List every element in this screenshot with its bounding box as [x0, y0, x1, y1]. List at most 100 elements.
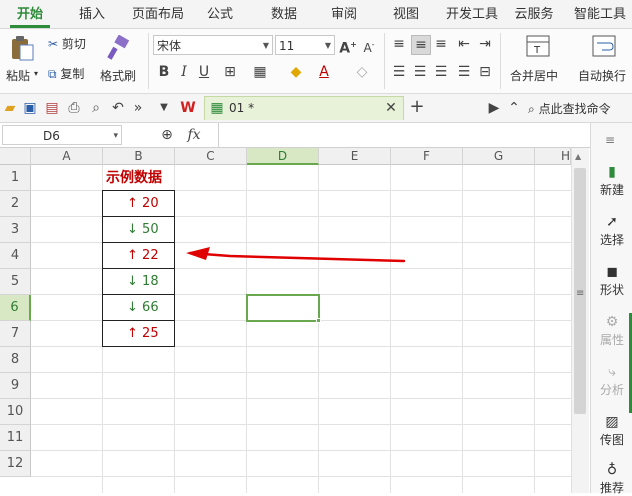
cut-label: 剪切 [61, 37, 86, 51]
tab-review[interactable]: 审阅 [322, 0, 366, 28]
decrease-font-icon[interactable]: A- [360, 36, 378, 57]
scroll-up-icon[interactable]: ▲ [575, 152, 581, 161]
save-icon[interactable]: ▣ [22, 99, 38, 117]
cut-button[interactable]: ✂ 剪切 [48, 35, 86, 53]
decrease-indent-icon[interactable]: ⇤ [455, 35, 473, 53]
row-header-11[interactable]: 11 [0, 425, 31, 451]
align-top-icon[interactable]: ≡ [390, 35, 408, 53]
formula-input[interactable] [218, 123, 591, 147]
row-header-10[interactable]: 10 [0, 399, 31, 425]
cell-b5[interactable]: ↓ 18 [103, 269, 175, 294]
align-left-icon[interactable]: ☰ [390, 63, 408, 81]
name-box[interactable]: D6 ▾ [2, 125, 122, 145]
align-center-icon[interactable]: ☰ [411, 63, 429, 81]
document-tab[interactable]: ▦ 01 * ✕ [204, 96, 404, 120]
column-header-d[interactable]: D [247, 148, 319, 165]
column-header-e[interactable]: E [319, 148, 391, 165]
panel-item-upload-image[interactable]: ▨ 传图 [591, 413, 632, 448]
new-tab-icon[interactable]: + [408, 98, 426, 116]
paste-dropdown-icon[interactable]: ▾ [34, 69, 38, 78]
align-right-icon[interactable]: ☰ [432, 63, 450, 81]
row-header-12[interactable]: 12 [0, 451, 31, 477]
merge-center-button[interactable]: T 合并居中 [508, 33, 568, 87]
tab-start[interactable]: 开始 [6, 0, 54, 28]
chevron-down-icon[interactable]: ▼ [156, 99, 172, 117]
justify-icon[interactable]: ☰ [455, 63, 473, 81]
fill-color-icon[interactable]: ◆ [286, 63, 306, 81]
auto-wrap-button[interactable]: 自动换行 [576, 33, 632, 87]
panel-item-properties[interactable]: ⚙ 属性 [591, 313, 632, 348]
undo-icon[interactable]: ↶ [110, 99, 126, 117]
row-header-7[interactable]: 7 [0, 321, 31, 347]
cell-style-icon[interactable]: ▦ [250, 63, 270, 81]
align-middle-icon[interactable]: ≡ [411, 35, 431, 55]
bold-button[interactable]: B [156, 63, 172, 81]
tab-smart-tools[interactable]: 智能工具 [568, 0, 632, 28]
search-command-label: 点此查找命令 [538, 102, 611, 116]
row-header-2[interactable]: 2 [0, 191, 31, 217]
tab-developer[interactable]: 开发工具 [440, 0, 504, 28]
more-icon[interactable]: » [130, 99, 146, 117]
column-header-c[interactable]: C [175, 148, 247, 165]
column-header-g[interactable]: G [463, 148, 535, 165]
row-header-5[interactable]: 5 [0, 269, 31, 295]
export-pdf-icon[interactable]: ▤ [44, 99, 60, 117]
wps-logo-icon[interactable]: W [178, 99, 198, 117]
font-name-select[interactable]: 宋体 ▼ [153, 35, 273, 55]
row-header-8[interactable]: 8 [0, 347, 31, 373]
increase-indent-icon[interactable]: ⇥ [476, 35, 494, 53]
print-icon[interactable]: ⎙ [66, 99, 82, 117]
panel-item-select[interactable]: ➚ 选择 [591, 213, 632, 248]
borders-icon[interactable]: ⊞ [220, 63, 240, 81]
panel-item-analysis[interactable]: ⤷ 分析 [591, 363, 632, 398]
align-bottom-icon[interactable]: ≡ [432, 35, 450, 53]
selected-cell-d6[interactable] [246, 294, 320, 322]
column-header-h[interactable]: H [535, 148, 571, 165]
panel-item-shape[interactable]: ◼ 形状 [591, 263, 632, 298]
copy-button[interactable]: ⧉ 复制 [48, 65, 84, 83]
display-icon[interactable]: ▶ [486, 99, 502, 117]
underline-button[interactable]: U [196, 63, 212, 81]
panel-more-icon[interactable]: ≡ [605, 133, 615, 147]
function-icon[interactable]: fx [184, 126, 204, 144]
cell-b7[interactable]: ↑ 25 [103, 321, 175, 346]
panel-item-new[interactable]: ▮ 新建 [591, 163, 632, 198]
font-color-icon[interactable]: A [314, 63, 334, 81]
row-header-9[interactable]: 9 [0, 373, 31, 399]
cell-b6[interactable]: ↓ 66 [103, 295, 175, 320]
cell-b4[interactable]: ↑ 22 [103, 243, 175, 268]
fill-handle[interactable] [316, 318, 321, 323]
cell-b3[interactable]: ↓ 50 [103, 217, 175, 242]
tab-page-layout[interactable]: 页面布局 [126, 0, 190, 28]
tab-view[interactable]: 视图 [384, 0, 428, 28]
row-header-4[interactable]: 4 [0, 243, 31, 269]
tab-insert[interactable]: 插入 [68, 0, 116, 28]
zoom-icon[interactable]: ⊕ [158, 126, 176, 144]
paste-button[interactable]: 粘贴 ▾ [6, 33, 38, 87]
format-painter-button[interactable]: 格式刷 [100, 33, 140, 87]
vertical-scrollbar[interactable]: ▲ ≡ [571, 148, 589, 493]
select-all-corner[interactable] [0, 148, 31, 165]
expand-icon[interactable]: ⌃ [506, 99, 522, 117]
cell-b1[interactable]: 示例数据 [103, 165, 175, 191]
row-header-1[interactable]: 1 [0, 165, 31, 191]
close-icon[interactable]: ✕ [383, 99, 399, 117]
print-preview-icon[interactable]: ⌕ [88, 99, 104, 117]
column-header-a[interactable]: A [31, 148, 103, 165]
tab-formulas[interactable]: 公式 [198, 0, 242, 28]
clear-format-icon[interactable]: ◇ [352, 63, 372, 81]
column-header-b[interactable]: B [103, 148, 175, 165]
distribute-icon[interactable]: ⊟ [476, 63, 494, 81]
row-header-6[interactable]: 6 [0, 295, 31, 321]
panel-item-recommend[interactable]: ♁ 推荐 [591, 461, 632, 496]
increase-font-icon[interactable]: A+ [339, 36, 357, 58]
font-size-select[interactable]: 11 ▼ [275, 35, 335, 55]
row-header-3[interactable]: 3 [0, 217, 31, 243]
open-folder-icon[interactable]: ▰ [2, 99, 18, 117]
cell-b2[interactable]: ↑ 20 [103, 191, 175, 216]
search-command-box[interactable]: ⌕ 点此查找命令 [528, 100, 611, 118]
tab-cloud[interactable]: 云服务 [510, 0, 558, 28]
column-header-f[interactable]: F [391, 148, 463, 165]
tab-data[interactable]: 数据 [262, 0, 306, 28]
italic-button[interactable]: I [176, 63, 192, 81]
